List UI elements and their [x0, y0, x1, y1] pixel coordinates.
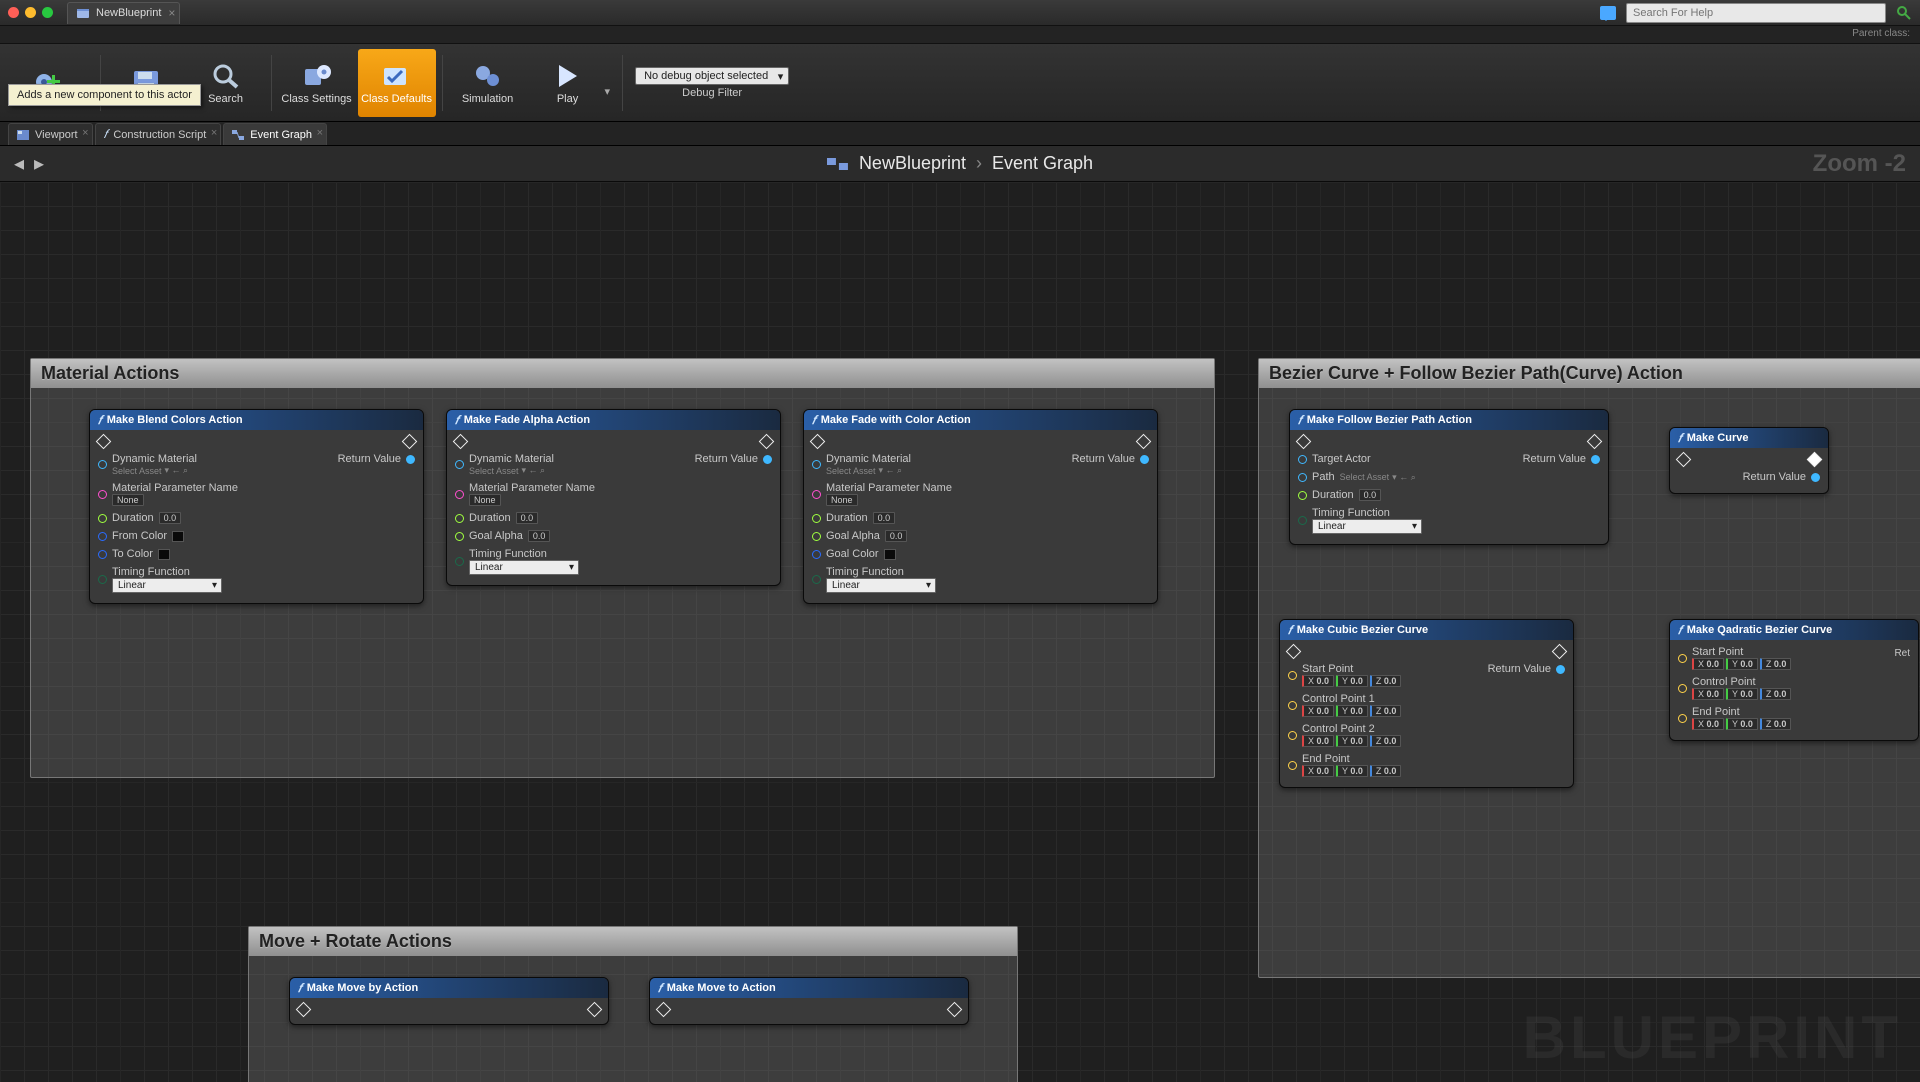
close-icon[interactable] [8, 7, 19, 18]
function-icon [98, 413, 102, 428]
blueprint-icon [76, 6, 90, 20]
comment-bubble-icon[interactable] [1600, 6, 1616, 20]
parent-class-label: Parent class: [0, 26, 1920, 44]
node-make-blend-colors[interactable]: Make Blend Colors Action Dynamic Materia… [89, 409, 424, 604]
debug-filter-label: Debug Filter [682, 87, 742, 99]
float-pin[interactable] [98, 514, 107, 523]
play-dropdown-icon[interactable]: ▾ [605, 85, 611, 98]
class-settings-label: Class Settings [281, 93, 351, 105]
zoom-label: Zoom -2 [1813, 150, 1906, 178]
node-follow-bezier-path[interactable]: Make Follow Bezier Path Action Target Ac… [1289, 409, 1609, 545]
node-make-curve[interactable]: Make Curve Return Value [1669, 427, 1829, 494]
breadcrumb: NewBlueprint › Event Graph [827, 153, 1093, 174]
watermark: BLUEPRINT [1523, 1003, 1902, 1072]
main-toolbar: ▾ Search Class Settings Class Defaults S… [0, 44, 1920, 122]
tooltip: Adds a new component to this actor [8, 84, 201, 106]
simulation-label: Simulation [462, 93, 513, 105]
tab-viewport[interactable]: Viewport × [8, 123, 93, 145]
minimize-icon[interactable] [25, 7, 36, 18]
close-tab-icon[interactable]: × [168, 6, 175, 20]
comment-title[interactable]: Bezier Curve + Follow Bezier Path(Curve)… [1259, 359, 1920, 388]
breadcrumb-leaf: Event Graph [992, 153, 1093, 174]
function-icon [812, 413, 816, 428]
comment-material-actions[interactable]: Material Actions Make Blend Colors Actio… [30, 358, 1215, 778]
graph-header: ◂ ▸ NewBlueprint › Event Graph Zoom -2 [0, 146, 1920, 182]
breadcrumb-root[interactable]: NewBlueprint [859, 153, 966, 174]
node-make-fade-with-color[interactable]: Make Fade with Color Action Dynamic Mate… [803, 409, 1158, 604]
node-make-fade-alpha[interactable]: Make Fade Alpha Action Dynamic MaterialS… [446, 409, 781, 586]
exec-in-pin[interactable] [96, 434, 112, 450]
node-make-move-by[interactable]: Make Move by Action [289, 977, 609, 1025]
object-pin[interactable] [98, 460, 107, 469]
comment-title[interactable]: Move + Rotate Actions [249, 927, 1017, 956]
editor-tabs: Viewport × Construction Script × Event G… [0, 122, 1920, 146]
exec-out-pin[interactable] [402, 434, 418, 450]
play-button[interactable]: Play [529, 49, 607, 117]
node-make-quadratic-bezier[interactable]: Make Qadratic Bezier Curve Start PointX … [1669, 619, 1919, 741]
simulation-button[interactable]: Simulation [449, 49, 527, 117]
close-icon[interactable]: × [211, 127, 217, 139]
add-component-button[interactable] [10, 49, 88, 117]
comment-move-rotate[interactable]: Move + Rotate Actions Make Move by Actio… [248, 926, 1018, 1082]
tab-event-graph[interactable]: Event Graph × [223, 123, 327, 145]
play-label: Play [557, 93, 578, 105]
return-pin[interactable] [406, 455, 415, 464]
function-icon [104, 127, 108, 142]
nav-back-icon[interactable]: ◂ [14, 151, 24, 176]
close-icon[interactable]: × [317, 127, 323, 139]
search-button[interactable]: Search [187, 49, 265, 117]
search-icon[interactable] [1896, 5, 1912, 21]
document-title: NewBlueprint [96, 7, 161, 19]
nav-forward-icon[interactable]: ▸ [34, 151, 44, 176]
class-settings-button[interactable]: Class Settings [278, 49, 356, 117]
viewport-icon [17, 130, 29, 140]
help-search-input[interactable] [1626, 3, 1886, 23]
blueprint-icon [827, 155, 849, 173]
exec-in-pin[interactable] [453, 434, 469, 450]
color-pin[interactable] [98, 550, 107, 559]
debug-object-select[interactable]: No debug object selected [635, 67, 789, 85]
close-icon[interactable]: × [82, 127, 88, 139]
save-button[interactable] [107, 49, 185, 117]
node-make-cubic-bezier[interactable]: Make Cubic Bezier Curve Start PointX 0.0… [1279, 619, 1574, 788]
title-bar: NewBlueprint × [0, 0, 1920, 26]
window-controls [8, 7, 53, 18]
class-defaults-label: Class Defaults [361, 93, 432, 105]
color-pin[interactable] [98, 532, 107, 541]
string-pin[interactable] [98, 490, 107, 499]
graph-icon [232, 130, 244, 140]
graph-canvas[interactable]: BLUEPRINT Material Actions Make Blend Co… [0, 182, 1920, 1082]
maximize-icon[interactable] [42, 7, 53, 18]
enum-pin[interactable] [98, 575, 107, 584]
node-make-move-to[interactable]: Make Move to Action [649, 977, 969, 1025]
comment-title[interactable]: Material Actions [31, 359, 1214, 388]
tab-construction-script[interactable]: Construction Script × [95, 123, 222, 145]
function-icon [455, 413, 459, 428]
class-defaults-button[interactable]: Class Defaults [358, 49, 436, 117]
document-tab[interactable]: NewBlueprint × [67, 2, 180, 24]
comment-bezier[interactable]: Bezier Curve + Follow Bezier Path(Curve)… [1258, 358, 1920, 978]
search-label: Search [208, 93, 243, 105]
